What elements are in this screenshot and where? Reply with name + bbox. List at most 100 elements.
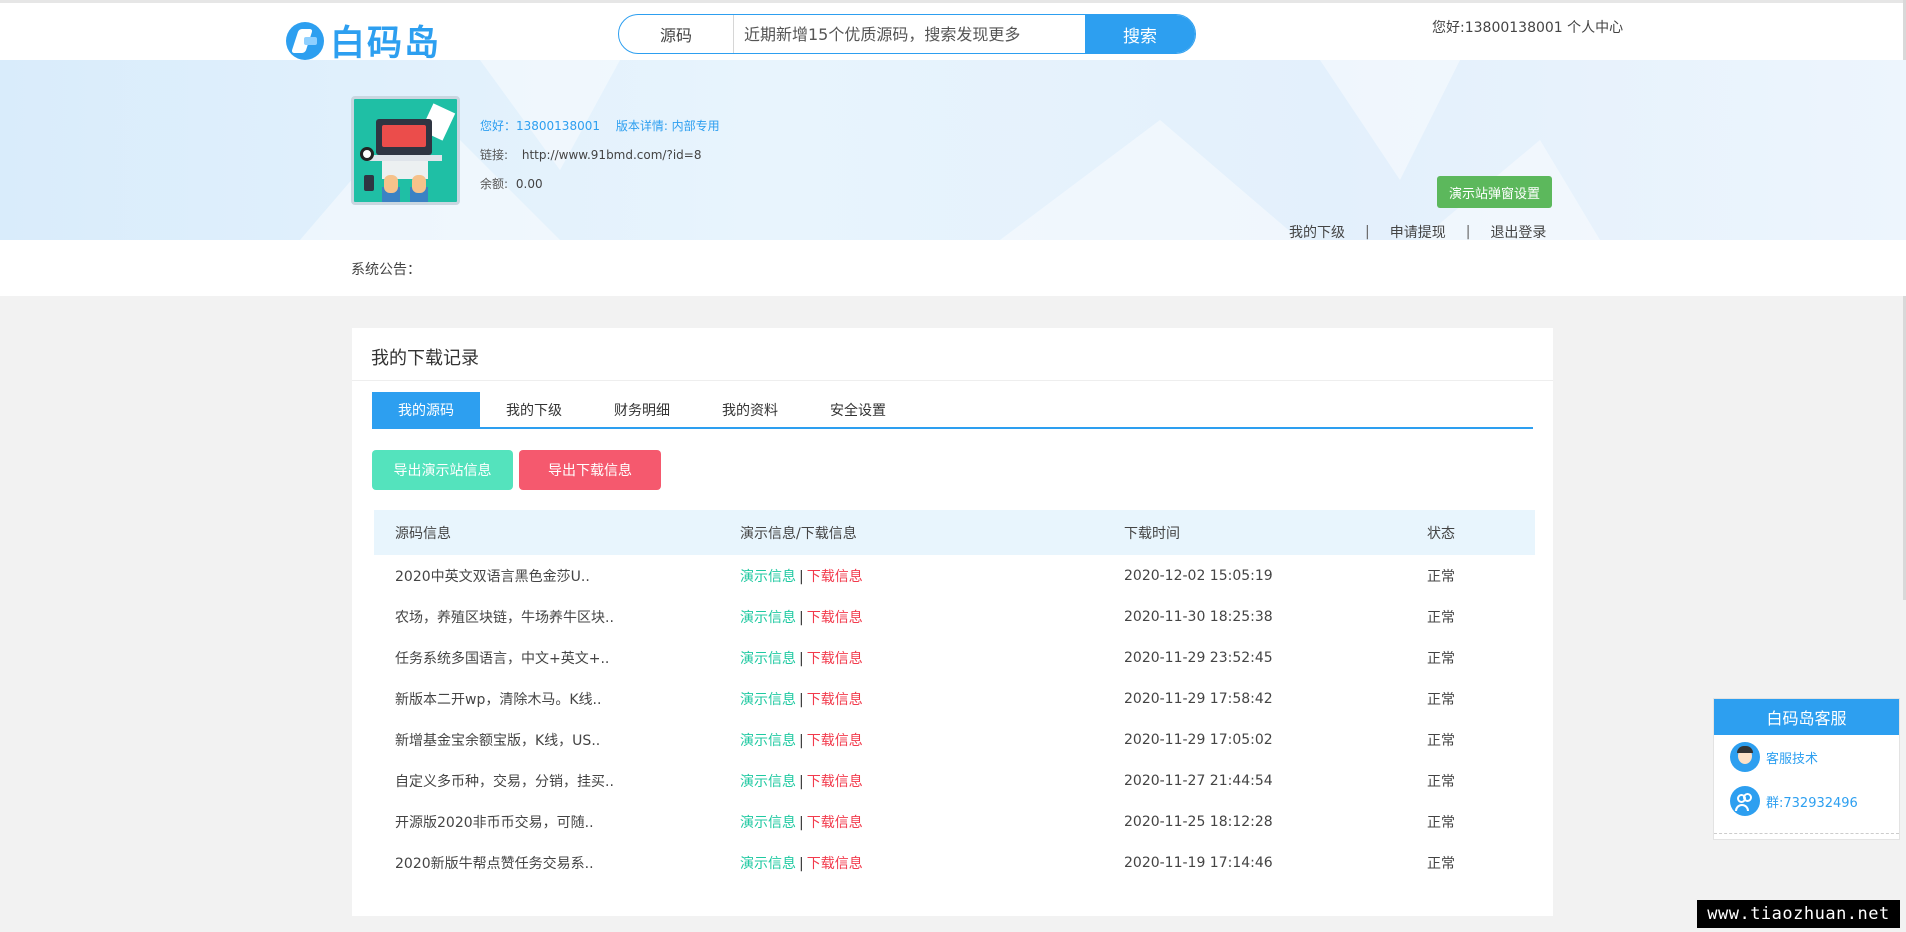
logo-text: 白码岛	[330, 24, 442, 64]
balance-label: 余额:	[480, 177, 509, 191]
table-row: 自定义多币种，交易，分销，挂买.. 演示信息 | 下载信息 2020-11-27 21:…	[374, 760, 1535, 801]
divider	[352, 380, 1553, 381]
download-info-link[interactable]: 下载信息	[807, 692, 863, 708]
separator: |	[799, 609, 804, 626]
tab-my-profile[interactable]: 我的资料	[696, 392, 804, 427]
group-item[interactable]: 群:732932496	[1714, 779, 1899, 823]
download-info-link[interactable]: 下载信息	[807, 856, 863, 872]
link-label: 链接:	[480, 148, 509, 162]
customer-service-title[interactable]: 白码岛客服	[1714, 699, 1899, 735]
demo-info-link[interactable]: 演示信息	[740, 651, 796, 667]
separator: |	[1365, 224, 1370, 240]
info-links: 演示信息 | 下载信息	[740, 771, 1124, 791]
download-info-link[interactable]: 下载信息	[807, 774, 863, 790]
column-header: 源码信息	[395, 525, 451, 542]
source-name[interactable]: 新版本二开wp，清除木马。K线..	[374, 689, 740, 709]
watermark: www.tiaozhuan.net	[1697, 900, 1900, 928]
download-time: 2020-11-25 18:12:28	[1124, 813, 1273, 830]
separator: |	[799, 691, 804, 708]
table-row: 2020新版牛帮点赞任务交易系.. 演示信息 | 下载信息 2020-11-19 17:…	[374, 842, 1535, 883]
source-name[interactable]: 2020中英文双语言黑色金莎U..	[374, 566, 740, 586]
demo-info-link[interactable]: 演示信息	[740, 815, 796, 831]
source-name[interactable]: 自定义多币种，交易，分销，挂买..	[374, 771, 740, 791]
download-time: 2020-11-19 17:14:46	[1124, 854, 1273, 871]
table-header: 源码信息 演示信息/下载信息 下载时间 状态	[374, 510, 1535, 555]
logo-icon	[286, 21, 324, 60]
export-demo-info-button[interactable]: 导出演示站信息	[372, 450, 513, 490]
panel-title: 我的下载记录	[371, 348, 479, 369]
table-row: 2020中英文双语言黑色金莎U.. 演示信息 | 下载信息 2020-12-02 15:…	[374, 555, 1535, 596]
separator: |	[1465, 224, 1471, 240]
download-info-link[interactable]: 下载信息	[807, 569, 863, 585]
referral-link[interactable]: http://www.91bmd.com/?id=8	[522, 148, 702, 162]
download-info-link[interactable]: 下载信息	[807, 651, 863, 667]
search-category[interactable]: 源码	[619, 15, 734, 53]
demo-info-link[interactable]: 演示信息	[740, 569, 796, 585]
source-name[interactable]: 农场，养殖区块链，牛场养牛区块..	[374, 607, 740, 627]
user-info: 您好：13800138001 版本详情: 内部专用 链接: http://www…	[480, 112, 720, 199]
demo-info-link[interactable]: 演示信息	[740, 692, 796, 708]
download-records-panel: 我的下载记录 我的源码 我的下级 财务明细 我的资料 安全设置 导出演示站信息 …	[352, 328, 1553, 916]
logo[interactable]: 白码岛	[286, 15, 441, 66]
separator: |	[799, 773, 804, 790]
status-text: 正常	[1427, 568, 1455, 585]
download-time: 2020-11-27 21:44:54	[1124, 772, 1273, 789]
tab-my-subordinates[interactable]: 我的下级	[480, 392, 588, 427]
my-subordinates-link[interactable]: 我的下级	[1289, 222, 1345, 240]
demo-info-link[interactable]: 演示信息	[740, 610, 796, 626]
demo-info-link[interactable]: 演示信息	[740, 733, 796, 749]
separator: |	[799, 732, 804, 749]
withdraw-link[interactable]: 申请提现	[1390, 222, 1446, 240]
demo-info-link[interactable]: 演示信息	[740, 774, 796, 790]
info-links: 演示信息 | 下载信息	[740, 689, 1124, 709]
info-links: 演示信息 | 下载信息	[740, 730, 1124, 750]
user-avatar	[351, 96, 460, 205]
table-row: 新版本二开wp，清除木马。K线.. 演示信息 | 下载信息 2020-11-29 17:…	[374, 678, 1535, 719]
download-info-link[interactable]: 下载信息	[807, 733, 863, 749]
system-notice: 系统公告：	[0, 240, 1906, 296]
status-text: 正常	[1427, 691, 1455, 708]
demo-popup-settings-button[interactable]: 演示站弹窗设置	[1437, 176, 1552, 208]
table-row: 农场，养殖区块链，牛场养牛区块.. 演示信息 | 下载信息 2020-11-30 18:…	[374, 596, 1535, 637]
export-download-info-button[interactable]: 导出下载信息	[519, 450, 661, 490]
account-links: 我的下级 | 申请提现 | 退出登录	[1289, 222, 1546, 240]
source-name[interactable]: 任务系统多国语言，中文+英文+..	[374, 648, 740, 668]
greeting-text: 您好：13800138001	[480, 119, 600, 133]
tech-support-label: 客服技术	[1766, 751, 1819, 767]
source-name[interactable]: 开源版2020非币币交易，可随..	[374, 812, 740, 832]
tab-finance-details[interactable]: 财务明细	[588, 392, 696, 427]
logout-link[interactable]: 退出登录	[1490, 222, 1546, 240]
download-info-link[interactable]: 下载信息	[807, 610, 863, 626]
status-text: 正常	[1427, 650, 1455, 667]
balance-value: 0.00	[515, 177, 543, 191]
download-info-link[interactable]: 下载信息	[807, 815, 863, 831]
status-text: 正常	[1427, 773, 1455, 790]
table-row: 任务系统多国语言，中文+英文+.. 演示信息 | 下载信息 2020-11-29 23:…	[374, 637, 1535, 678]
source-name[interactable]: 2020新版牛帮点赞任务交易系..	[374, 853, 740, 873]
customer-service-widget: 白码岛客服 客服技术 群:732932496	[1713, 698, 1900, 840]
separator: |	[799, 814, 804, 831]
info-links: 演示信息 | 下载信息	[740, 812, 1124, 832]
info-links: 演示信息 | 下载信息	[740, 648, 1124, 668]
tab-security-settings[interactable]: 安全设置	[804, 392, 912, 427]
search-input[interactable]	[734, 15, 1085, 53]
divider	[1714, 833, 1899, 834]
separator: |	[799, 650, 804, 667]
user-center-link[interactable]: 您好:13800138001 个人中心	[1432, 17, 1623, 37]
table-row: 新增基金宝余额宝版，K线，US.. 演示信息 | 下载信息 2020-11-29 17:…	[374, 719, 1535, 760]
download-time: 2020-11-29 17:05:02	[1124, 731, 1273, 748]
status-text: 正常	[1427, 609, 1455, 626]
status-text: 正常	[1427, 814, 1455, 831]
search-button[interactable]: 搜索	[1085, 15, 1195, 53]
source-name[interactable]: 新增基金宝余额宝版，K线，US..	[374, 730, 740, 750]
tech-support-item[interactable]: 客服技术	[1714, 735, 1899, 779]
tab-my-source[interactable]: 我的源码	[372, 392, 480, 427]
info-links: 演示信息 | 下载信息	[740, 566, 1124, 586]
group-label: 群:732932496	[1766, 795, 1858, 811]
top-header: 白码岛 源码 搜索 您好:13800138001 个人中心	[0, 0, 1906, 64]
column-header: 状态	[1427, 525, 1455, 542]
demo-info-link[interactable]: 演示信息	[740, 856, 796, 872]
info-links: 演示信息 | 下载信息	[740, 853, 1124, 873]
status-text: 正常	[1427, 855, 1455, 872]
column-header: 下载时间	[1124, 525, 1180, 542]
